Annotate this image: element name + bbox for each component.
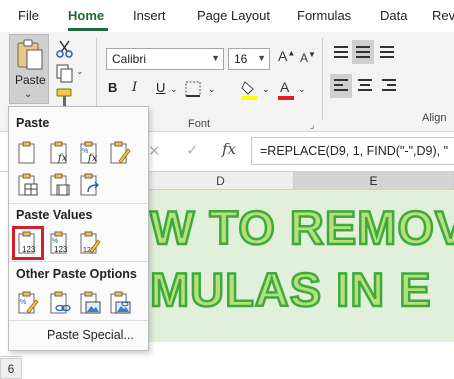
insert-function-button[interactable]: fx xyxy=(222,140,236,158)
paste-button[interactable]: Paste ⌄ xyxy=(9,34,49,104)
menu-divider xyxy=(9,261,148,262)
column-header-e[interactable]: E xyxy=(294,172,454,190)
font-color-dropdown-icon[interactable]: ⌄ xyxy=(298,84,306,95)
chevron-down-icon: ▼ xyxy=(211,53,220,63)
borders-icon[interactable] xyxy=(184,80,204,98)
fill-color-icon[interactable] xyxy=(240,78,260,100)
svg-text:%: % xyxy=(52,238,58,245)
tab-home[interactable]: Home xyxy=(68,8,104,23)
font-size-select[interactable]: 16 ▼ xyxy=(228,48,270,70)
font-size-value: 16 xyxy=(234,52,248,66)
menu-divider xyxy=(9,203,148,204)
ribbon-tab-bar: File Home Insert Page Layout Formulas Da… xyxy=(0,0,454,32)
paste-values-icon[interactable]: 123 xyxy=(12,226,44,260)
tab-review[interactable]: Rev xyxy=(432,8,454,23)
banner-line-1: W TO REMOV xyxy=(149,200,454,256)
align-right-button[interactable] xyxy=(380,76,400,98)
top-align-button[interactable] xyxy=(332,42,352,64)
italic-button[interactable]: I xyxy=(132,80,137,95)
copy-dropdown-icon[interactable]: ⌄ xyxy=(76,66,84,77)
tab-formulas[interactable]: Formulas xyxy=(297,8,351,23)
tab-insert[interactable]: Insert xyxy=(133,8,166,23)
font-name-value: Calibri xyxy=(112,52,147,66)
row-divider xyxy=(0,356,22,357)
keep-source-formatting-icon[interactable] xyxy=(109,141,131,165)
tab-page-layout[interactable]: Page Layout xyxy=(197,8,270,23)
font-dialog-launcher-icon[interactable]: ⌟ xyxy=(310,120,314,131)
other-paste-options-heading: Other Paste Options xyxy=(16,267,137,281)
tab-data[interactable]: Data xyxy=(380,8,407,23)
format-painter-icon[interactable] xyxy=(54,86,76,108)
borders-dropdown-icon[interactable]: ⌄ xyxy=(208,84,216,95)
bottom-align-button[interactable] xyxy=(378,42,398,64)
keep-column-widths-icon[interactable] xyxy=(49,173,71,197)
copy-icon[interactable] xyxy=(54,62,76,84)
paste-values-source-formatting-icon[interactable]: 123 xyxy=(79,231,101,255)
paste-formulas-number-format-icon[interactable]: % fx xyxy=(79,141,101,165)
transpose-icon[interactable] xyxy=(79,173,101,197)
increase-font-size-button[interactable]: A▲ xyxy=(278,48,295,64)
bold-button[interactable]: B xyxy=(108,80,117,95)
svg-text:123: 123 xyxy=(22,245,36,254)
svg-text:A: A xyxy=(280,79,290,95)
paste-values-section-heading: Paste Values xyxy=(16,208,93,222)
font-color-icon[interactable]: A xyxy=(276,78,296,100)
align-left-button[interactable] xyxy=(330,74,352,98)
paste-no-borders-icon[interactable] xyxy=(17,173,39,197)
clipboard-icon xyxy=(17,39,43,70)
column-header-d[interactable]: D xyxy=(148,172,294,190)
formula-input[interactable]: =REPLACE(D9, 1, FIND("-",D9), " xyxy=(251,137,454,165)
middle-align-button[interactable] xyxy=(352,40,374,64)
paste-formatting-icon[interactable]: % xyxy=(17,291,39,315)
linked-picture-icon[interactable] xyxy=(109,291,131,315)
align-center-button[interactable] xyxy=(356,76,376,98)
chevron-down-icon: ▼ xyxy=(257,53,266,63)
paste-link-icon[interactable] xyxy=(49,291,71,315)
svg-text:%: % xyxy=(20,299,26,306)
svg-text:123: 123 xyxy=(54,245,68,254)
confirm-icon[interactable]: ✓ xyxy=(186,141,199,159)
paste-values-number-format-icon[interactable]: % 123 xyxy=(49,231,71,255)
svg-text:fx: fx xyxy=(57,153,68,164)
underline-button[interactable]: U xyxy=(156,80,165,95)
banner-line-2: MULAS IN E xyxy=(149,262,432,318)
group-separator xyxy=(322,38,323,120)
cancel-icon[interactable]: ✕ xyxy=(148,142,161,160)
chevron-down-icon[interactable]: ⌄ xyxy=(24,89,32,100)
paste-formulas-icon[interactable]: fx xyxy=(49,141,71,165)
font-group-label: Font xyxy=(188,118,211,130)
paste-special-item[interactable]: Paste Special... xyxy=(47,328,134,342)
tab-file[interactable]: File xyxy=(18,8,39,23)
paste-options-menu: Paste fx % fx Paste Values 123 % 123 123… xyxy=(8,106,149,351)
row-header-6[interactable]: 6 xyxy=(0,358,22,379)
font-name-select[interactable]: Calibri ▼ xyxy=(106,48,224,70)
fill-color-dropdown-icon[interactable]: ⌄ xyxy=(262,84,270,95)
decrease-font-size-button[interactable]: A▼ xyxy=(300,50,316,65)
svg-text:fx: fx xyxy=(87,153,98,164)
paste-section-heading: Paste xyxy=(16,116,50,130)
paste-icon[interactable] xyxy=(17,141,39,165)
alignment-group-label: Align xyxy=(422,112,447,124)
cut-icon[interactable] xyxy=(54,38,76,60)
paste-label: Paste xyxy=(15,73,46,87)
menu-divider xyxy=(9,320,148,321)
active-tab-indicator xyxy=(68,28,108,31)
paste-picture-icon[interactable] xyxy=(79,291,101,315)
underline-dropdown-icon[interactable]: ⌄ xyxy=(170,84,178,95)
